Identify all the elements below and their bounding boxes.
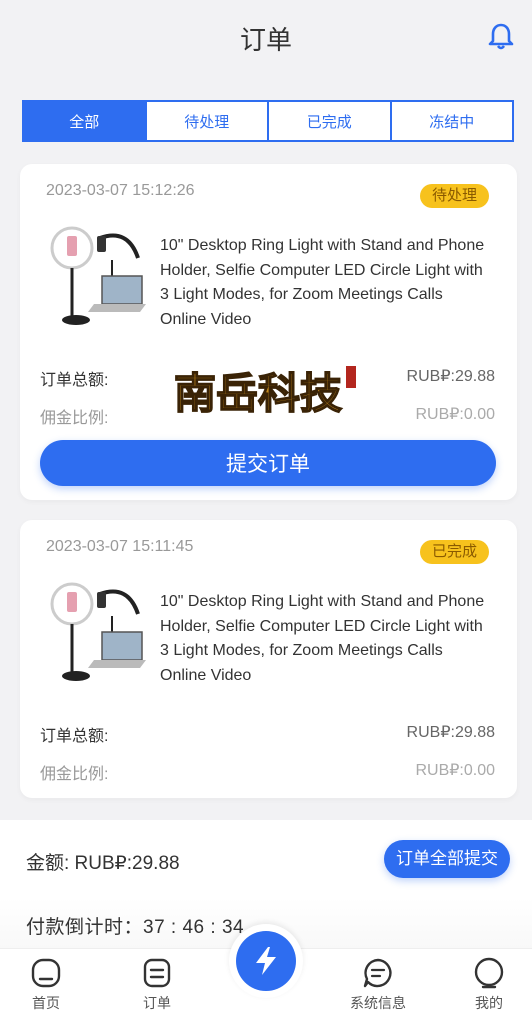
nav-system-info[interactable]: 系统信息 xyxy=(338,957,418,1013)
order-card: 2023-03-07 15:11:45 已完成 10" Desktop Ring… xyxy=(20,520,517,798)
order-time: 2023-03-07 15:12:26 xyxy=(46,182,195,199)
status-badge: 已完成 xyxy=(419,540,489,564)
nav-label: 系统信息 xyxy=(350,995,406,1011)
product-name: 10" Desktop Ring Light with Stand and Ph… xyxy=(160,237,485,328)
header: 订单 xyxy=(0,0,532,76)
commission-label: 佣金比例: xyxy=(40,766,109,783)
profile-icon xyxy=(474,957,504,989)
nav-label: 首页 xyxy=(32,995,60,1011)
commission-value: RUB₽:0.00 xyxy=(415,762,495,779)
order-filter-tabs: 全部 待处理 已完成 冻结中 xyxy=(22,100,514,142)
submit-order-button[interactable]: 提交订单 xyxy=(40,440,496,486)
commission-value: RUB₽:0.00 xyxy=(415,406,495,423)
order-total-value: RUB₽:29.88 xyxy=(406,368,495,385)
nav-profile[interactable]: 我的 xyxy=(449,957,529,1013)
product-name: 10" Desktop Ring Light with Stand and Ph… xyxy=(160,593,485,684)
submit-all-orders-button[interactable]: 订单全部提交 xyxy=(384,840,510,878)
payment-countdown: 付款倒计时：37 : 46 : 34 xyxy=(26,917,245,938)
nav-label: 订单 xyxy=(143,995,171,1011)
page-title: 订单 xyxy=(239,25,292,55)
status-badge: 待处理 xyxy=(419,184,489,208)
fab-inner xyxy=(236,931,296,991)
nav-label: 我的 xyxy=(475,995,503,1011)
tab-pending[interactable]: 待处理 xyxy=(144,102,268,140)
message-icon xyxy=(363,958,392,988)
bell-icon[interactable] xyxy=(488,22,514,50)
order-total-label: 订单总额: xyxy=(40,728,109,745)
nav-home[interactable]: 首页 xyxy=(6,957,86,1013)
tab-frozen[interactable]: 冻结中 xyxy=(389,102,513,140)
home-icon xyxy=(31,958,61,988)
order-time: 2023-03-07 15:11:45 xyxy=(46,538,194,555)
watermark-logo: 南岳科技 xyxy=(166,362,366,422)
tab-all[interactable]: 全部 xyxy=(24,102,145,140)
order-total-value: RUB₽:29.88 xyxy=(406,724,495,741)
total-amount: 金额: RUB₽:29.88 xyxy=(26,853,180,874)
order-card: 2023-03-07 15:12:26 待处理 10" Desktop Ring… xyxy=(20,164,517,500)
tab-completed[interactable]: 已完成 xyxy=(267,102,390,140)
product-image xyxy=(50,582,146,681)
svg-text:南岳科技: 南岳科技 xyxy=(174,369,342,418)
commission-label: 佣金比例: xyxy=(40,410,109,427)
product-image xyxy=(50,226,146,325)
order-total-label: 订单总额: xyxy=(40,372,109,389)
center-action-button[interactable] xyxy=(229,924,303,998)
order-icon xyxy=(143,958,171,988)
lightning-icon xyxy=(256,947,276,975)
nav-orders[interactable]: 订单 xyxy=(117,957,197,1013)
